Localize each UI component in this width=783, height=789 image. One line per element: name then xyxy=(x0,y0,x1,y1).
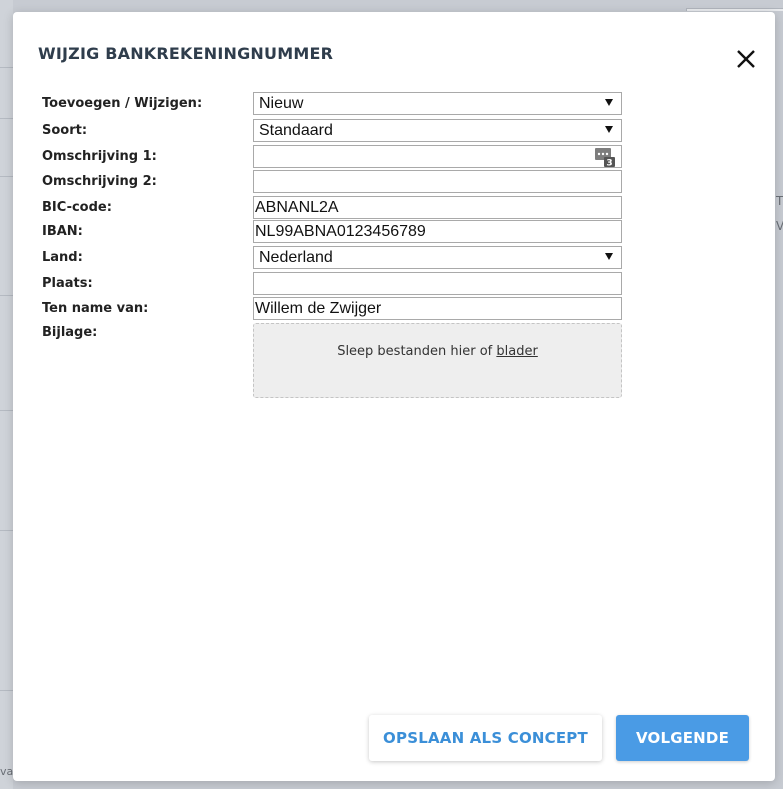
text-counter-value: 3 xyxy=(606,159,612,168)
background-divider xyxy=(0,118,13,119)
soort-label: Soort: xyxy=(42,123,88,138)
dropdown-arrow-icon xyxy=(605,253,613,260)
bic-input[interactable]: ABNANL2A xyxy=(253,196,622,219)
omschrijving2-label: Omschrijving 2: xyxy=(42,174,157,189)
omschrijving1-input[interactable]: 3 xyxy=(253,145,622,169)
background-control xyxy=(686,8,783,11)
iban-value: NL99ABNA0123456789 xyxy=(255,223,426,240)
bic-value: ABNANL2A xyxy=(255,199,339,216)
dropzone-instruction: Sleep bestanden hier of xyxy=(337,344,497,359)
toevoegen-select[interactable]: Nieuw xyxy=(253,92,622,115)
ten-name-van-label: Ten name van: xyxy=(42,301,149,316)
edit-bank-account-dialog: WIJZIG BANKREKENINGNUMMER Toevoegen / Wi… xyxy=(13,12,775,781)
soort-value: Standaard xyxy=(259,122,333,139)
browse-link[interactable]: blader xyxy=(496,344,537,359)
text-counter-icon[interactable]: 3 xyxy=(595,147,615,169)
iban-label: IBAN: xyxy=(42,224,83,239)
land-value: Nederland xyxy=(259,249,333,266)
plaats-input[interactable] xyxy=(253,272,622,295)
next-button[interactable]: VOLGENDE xyxy=(616,715,749,761)
plaats-label: Plaats: xyxy=(42,276,93,291)
background-text: V xyxy=(776,219,783,233)
toevoegen-value: Nieuw xyxy=(259,95,304,112)
dropzone-text: Sleep bestanden hier of blader xyxy=(254,344,621,359)
omschrijving2-input[interactable] xyxy=(253,170,622,193)
iban-input[interactable]: NL99ABNA0123456789 xyxy=(253,220,622,243)
ten-name-van-value: Willem de Zwijger xyxy=(255,300,382,317)
save-as-concept-button[interactable]: OPSLAAN ALS CONCEPT xyxy=(369,715,602,761)
land-label: Land: xyxy=(42,250,83,265)
land-select[interactable]: Nederland xyxy=(253,246,622,269)
dropdown-arrow-icon xyxy=(605,99,613,106)
background-divider xyxy=(0,67,13,68)
bijlage-label: Bijlage: xyxy=(42,325,98,340)
background-divider xyxy=(0,410,13,411)
background-divider xyxy=(0,295,13,296)
bic-label: BIC-code: xyxy=(42,200,112,215)
background-divider xyxy=(0,176,13,177)
background-text: T xyxy=(776,194,783,208)
background-divider xyxy=(0,690,13,691)
toevoegen-label: Toevoegen / Wijzigen: xyxy=(42,96,203,111)
ten-name-van-input[interactable]: Willem de Zwijger xyxy=(253,297,622,320)
omschrijving1-label: Omschrijving 1: xyxy=(42,149,157,164)
soort-select[interactable]: Standaard xyxy=(253,119,622,142)
close-icon[interactable] xyxy=(735,48,757,70)
dialog-title: WIJZIG BANKREKENINGNUMMER xyxy=(38,44,334,63)
background-divider xyxy=(0,530,13,531)
file-dropzone[interactable]: Sleep bestanden hier of blader xyxy=(253,323,622,398)
background-text: va xyxy=(0,765,14,778)
dropdown-arrow-icon xyxy=(605,126,613,133)
